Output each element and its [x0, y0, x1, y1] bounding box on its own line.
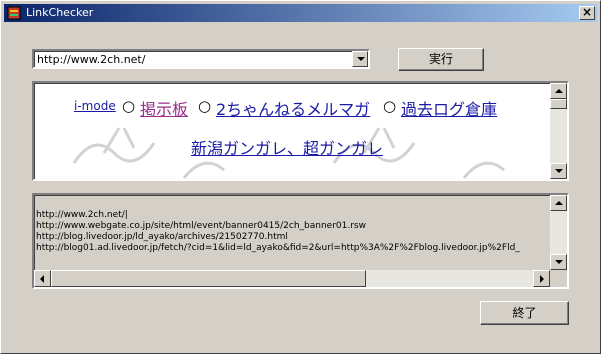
combo-dropdown-button[interactable] — [352, 51, 368, 67]
url-value: http://www.2ch.net/ — [37, 53, 146, 66]
close-icon: × — [581, 5, 593, 19]
browser-view[interactable]: i-mode ○ 掲示板 ○ 2ちゃんねるメルマガ ○ 過去ログ倉庫 新潟ガンガ… — [32, 81, 569, 181]
log-horizontal-scrollbar[interactable] — [34, 270, 550, 287]
separator-circle: ○ — [198, 97, 212, 115]
link-board[interactable]: 掲示板 — [140, 96, 188, 120]
arrow-down-icon — [555, 260, 563, 264]
arrow-down-icon — [555, 169, 563, 173]
arrow-up-icon — [555, 89, 563, 93]
main-window: LinkChecker × http://www.2ch.net/ 実行 i-m… — [0, 0, 601, 354]
arrow-left-icon — [40, 275, 44, 283]
app-icon — [7, 6, 21, 20]
separator-circle: ○ — [383, 97, 397, 115]
close-button[interactable]: × — [579, 6, 595, 20]
log-line: http://www.2ch.net/| — [36, 210, 128, 220]
scroll-down-button[interactable] — [550, 163, 567, 179]
log-textarea[interactable]: http://www.2ch.net/| http://www.webgate.… — [32, 193, 569, 289]
scroll-down-button[interactable] — [550, 254, 567, 270]
run-button[interactable]: 実行 — [398, 48, 484, 71]
chevron-down-icon — [357, 57, 365, 61]
scroll-thumb[interactable] — [550, 99, 567, 109]
separator-circle: ○ — [122, 97, 136, 115]
scroll-right-button[interactable] — [533, 270, 550, 287]
run-button-label: 実行 — [428, 52, 453, 66]
log-line: http://blog01.ad.livedoor.jp/fetch/?cid=… — [36, 243, 520, 253]
window-title: LinkChecker — [26, 6, 94, 19]
arrow-right-icon — [540, 275, 544, 283]
link-archive[interactable]: 過去ログ倉庫 — [401, 96, 497, 120]
scroll-corner — [550, 270, 567, 287]
log-line: http://blog.livedoor.jp/ld_ayako/archive… — [36, 232, 288, 242]
log-vertical-scrollbar[interactable] — [550, 195, 567, 270]
link-niigata[interactable]: 新潟ガンガレ、超ガンガレ — [191, 135, 383, 159]
browser-vertical-scrollbar[interactable] — [550, 83, 567, 179]
log-line: http://www.webgate.co.jp/site/html/event… — [36, 221, 366, 231]
exit-button-label: 終了 — [512, 306, 537, 320]
arrow-up-icon — [555, 201, 563, 205]
link-mailmag[interactable]: 2ちゃんねるメルマガ — [216, 96, 370, 120]
url-combobox[interactable]: http://www.2ch.net/ — [32, 49, 370, 69]
scroll-left-button[interactable] — [34, 270, 51, 287]
scroll-thumb[interactable] — [51, 270, 366, 287]
title-bar[interactable]: LinkChecker × — [4, 4, 597, 22]
scroll-up-button[interactable] — [550, 195, 567, 211]
exit-button[interactable]: 終了 — [480, 301, 569, 325]
link-imode[interactable]: i-mode — [74, 99, 116, 113]
scroll-up-button[interactable] — [550, 83, 567, 99]
